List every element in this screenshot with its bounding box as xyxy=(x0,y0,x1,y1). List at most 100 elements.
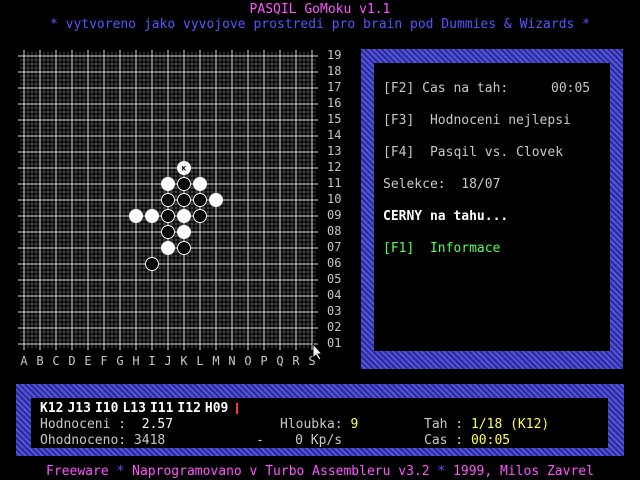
f2-label: Cas na tah: xyxy=(422,81,509,96)
column-label: F xyxy=(100,354,108,368)
black-stone xyxy=(177,177,191,191)
app-subtitle: * vytvoreno jako vyvojove prostredi pro … xyxy=(49,17,591,32)
f2-key: [F2] xyxy=(383,81,415,96)
app-title: PASQIL GoMoku v1.1 xyxy=(249,2,391,17)
mouse-cursor-icon xyxy=(312,343,324,361)
white-stone xyxy=(161,177,175,191)
row-label: 14 xyxy=(327,128,342,142)
white-stone xyxy=(177,225,191,239)
column-label: N xyxy=(228,354,236,368)
gomoku-board[interactable]: K xyxy=(0,40,330,370)
column-label: O xyxy=(244,354,252,368)
evaluation-row: Hodnoceni : 2.57 xyxy=(40,417,173,432)
white-stone xyxy=(129,209,143,223)
f3-label: Hodnoceni nejlepsi xyxy=(429,113,571,128)
move-entry: J13 xyxy=(67,401,91,416)
row-label: 13 xyxy=(327,144,342,158)
footer-sep-2: * xyxy=(429,464,454,479)
row-label: 03 xyxy=(327,304,342,318)
footer-author: 1999, Milos Zavrel xyxy=(453,464,594,479)
f1-key: [F1] xyxy=(383,241,415,256)
black-stone xyxy=(193,209,207,223)
move-entry: H09 xyxy=(204,401,229,416)
text-cursor xyxy=(236,403,239,414)
row-label: 19 xyxy=(327,48,342,62)
row-label: 15 xyxy=(327,112,342,126)
column-label: E xyxy=(84,354,92,368)
menu-time-per-move[interactable]: [F2] Cas na tah: 00:05 xyxy=(383,81,590,96)
row-label: 10 xyxy=(327,192,342,206)
black-stone xyxy=(177,241,191,255)
turn-text: na tahu... xyxy=(429,209,509,224)
cas-label: Cas : xyxy=(424,433,464,448)
move-readout: Tah : 1/18 (K12) xyxy=(424,417,549,432)
hloubka-label: Hloubka: xyxy=(280,417,343,432)
menu-player-mode[interactable]: [F4] Pasqil vs. Clovek xyxy=(383,145,563,160)
row-label: 12 xyxy=(327,160,342,174)
move-entry: L13 xyxy=(122,401,146,416)
hloubka-value: 9 xyxy=(350,417,359,432)
black-stone xyxy=(161,193,175,207)
tah-value: 1/18 (K12) xyxy=(470,417,550,432)
black-stone xyxy=(161,225,175,239)
row-label: 08 xyxy=(327,224,342,238)
speed-dash: - xyxy=(256,433,264,448)
column-label: I xyxy=(148,354,156,368)
white-stone xyxy=(193,177,207,191)
move-history: K12 J13 I10 L13 I11 I12 H09 xyxy=(40,401,242,416)
column-label: R xyxy=(292,354,300,368)
column-label: C xyxy=(52,354,60,368)
black-stone xyxy=(177,193,191,207)
evaluated-row: Ohodnoceno: 3418 xyxy=(40,433,165,448)
row-label: 07 xyxy=(327,240,342,254)
column-label: B xyxy=(36,354,44,368)
f1-label: Informace xyxy=(429,241,501,256)
tah-label: Tah : xyxy=(424,417,464,432)
move-entry: I11 xyxy=(149,401,174,416)
row-label: 05 xyxy=(327,272,342,286)
column-label: H xyxy=(132,354,140,368)
ohodnoceno-label: Ohodnoceno: xyxy=(40,433,127,448)
black-stone xyxy=(145,257,159,271)
row-label: 04 xyxy=(327,288,342,302)
row-label: 18 xyxy=(327,64,342,78)
move-entry: K12 xyxy=(40,401,64,416)
cas-value: 00:05 xyxy=(470,433,511,448)
info-panel xyxy=(374,63,610,351)
row-label: 17 xyxy=(327,80,342,94)
row-label: 01 xyxy=(327,336,342,350)
hodnoceni-value: 2.57 xyxy=(141,417,174,432)
f4-label: Pasqil vs. Clovek xyxy=(429,145,564,160)
speed-readout: - 0 Kp/s xyxy=(256,433,342,448)
turn-color: CERNY xyxy=(383,209,423,224)
column-label: K xyxy=(180,354,188,368)
last-move-marker: K xyxy=(182,166,187,173)
column-label: G xyxy=(116,354,124,368)
time-readout: Cas : 00:05 xyxy=(424,433,510,448)
selection-info: Selekce: 18/07 xyxy=(383,177,500,192)
move-entry: I10 xyxy=(94,401,119,416)
column-label: D xyxy=(68,354,76,368)
f4-key: [F4] xyxy=(383,145,415,160)
footer-assembler: Naprogramovano v Turbo Assembleru v3.2 xyxy=(132,464,430,479)
white-stone xyxy=(177,209,191,223)
row-label: 06 xyxy=(327,256,342,270)
white-stone xyxy=(209,193,223,207)
turn-indicator: CERNY na tahu... xyxy=(383,209,508,224)
f2-value: 00:05 xyxy=(551,81,591,96)
footer-freeware: Freeware xyxy=(46,464,109,479)
selekce-value: 18/07 xyxy=(461,177,501,192)
speed-value: 0 Kp/s xyxy=(295,433,343,448)
depth-readout: Hloubka: 9 xyxy=(280,417,358,432)
menu-information[interactable]: [F1] Informace xyxy=(383,241,500,256)
black-stone xyxy=(193,193,207,207)
ohodnoceno-value: 3418 xyxy=(133,433,166,448)
menu-evaluation[interactable]: [F3] Hodnoceni nejlepsi xyxy=(383,113,571,128)
row-label: 09 xyxy=(327,208,342,222)
move-entry: I12 xyxy=(177,401,201,416)
footer-sep-1: * xyxy=(108,464,133,479)
black-stone xyxy=(161,209,175,223)
column-label: A xyxy=(20,354,28,368)
row-label: 11 xyxy=(327,176,342,190)
row-label: 02 xyxy=(327,320,342,334)
